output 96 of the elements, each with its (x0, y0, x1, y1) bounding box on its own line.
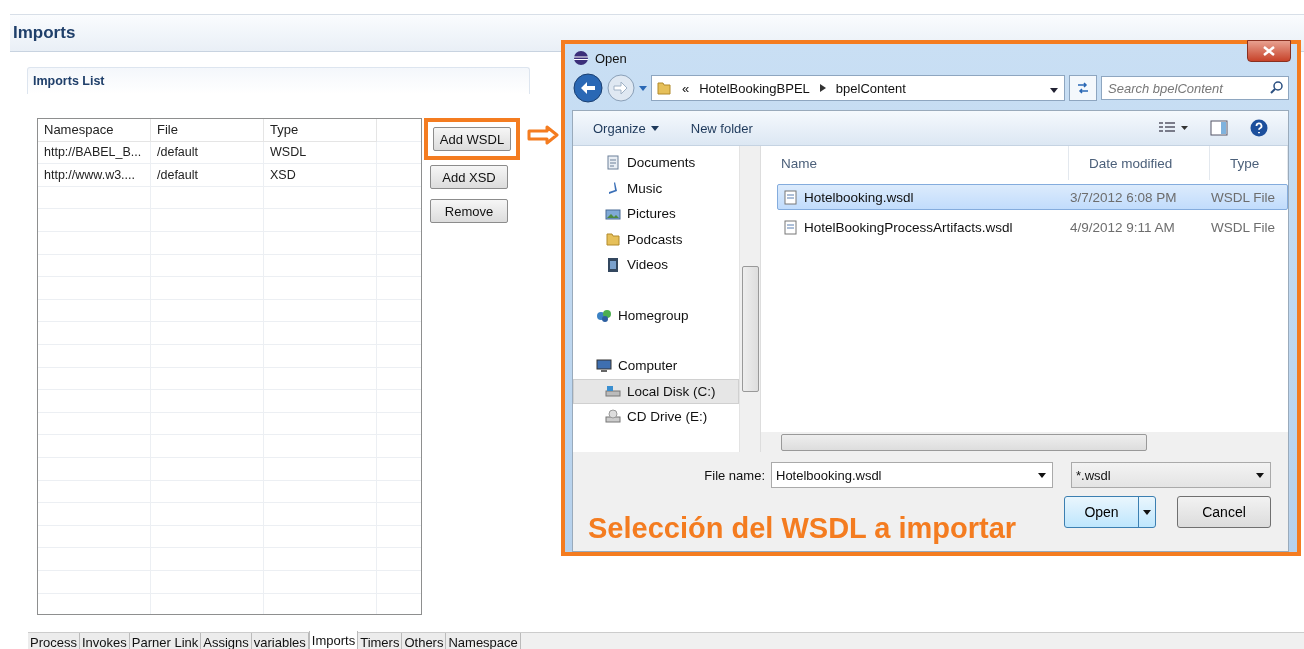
new-folder-button[interactable]: New folder (690, 120, 753, 136)
back-icon[interactable] (573, 73, 603, 103)
search-field[interactable]: Search bpelContent (1101, 76, 1289, 100)
add-button[interactable]: Add XSD (430, 165, 508, 189)
tab[interactable]: Parner Link (129, 633, 202, 649)
cd-drive-icon (605, 408, 621, 425)
dropdown-arrow-icon (650, 125, 659, 131)
navigation-label: Local Disk (C:) (627, 383, 716, 399)
file-type: WSDL File (1211, 219, 1276, 235)
app-icon (573, 50, 589, 66)
navigation-item[interactable]: Computer (573, 353, 739, 379)
table-cell: http://www.w3.... (38, 164, 151, 187)
breadcrumb-item[interactable]: bpelContent (835, 80, 906, 96)
file-row[interactable]: Hotelbooking.wsdl 3/7/2012 6:08 PM WSDL File (777, 184, 1288, 210)
navigation-item[interactable]: CD Drive (E:) (573, 404, 739, 430)
computer-icon (596, 357, 612, 374)
close-button[interactable] (1247, 40, 1291, 62)
tab[interactable]: Namespace (446, 633, 521, 649)
close-icon (1263, 46, 1275, 56)
navigation-item[interactable]: Local Disk (C:) (573, 378, 739, 404)
file-type-dropdown[interactable]: *.wsdl (1071, 462, 1271, 488)
search-icon (1270, 81, 1283, 94)
tab[interactable]: Timers (358, 633, 403, 649)
navigation-label: Pictures (627, 206, 676, 222)
dropdown-arrow-icon (639, 85, 647, 91)
tab[interactable]: variables (251, 633, 309, 649)
file-icon (784, 219, 797, 235)
arrow-icon (527, 125, 559, 145)
table-cell: /default (151, 141, 264, 165)
column-header[interactable]: Name (761, 146, 1069, 180)
document-icon (605, 154, 621, 171)
navigation-item[interactable]: Homegroup (573, 302, 739, 328)
add-button[interactable]: Add WSDL (433, 127, 511, 151)
file-date: 4/9/2012 9:11 AM (1070, 219, 1176, 235)
remove-button[interactable]: Remove (430, 199, 508, 223)
table-cell: WSDL (264, 141, 377, 165)
navigation-label: Homegroup (618, 307, 689, 323)
file-type: WSDL File (1211, 189, 1276, 205)
refresh-icon (1076, 82, 1090, 94)
tab[interactable]: Others (402, 633, 447, 649)
address-bar[interactable]: « HotelBookingBPEL bpelContent (651, 75, 1065, 101)
file-date: 3/7/2012 6:08 PM (1070, 189, 1178, 205)
column-header[interactable]: Namespace (38, 119, 151, 142)
dropdown-arrow-icon (1256, 472, 1264, 478)
column-header[interactable]: Type (264, 119, 377, 142)
dropdown-arrow-icon (1050, 87, 1058, 93)
file-name: HotelBookingProcessArtifacts.wsdl (804, 219, 1013, 235)
dropdown-arrow-icon (1143, 509, 1151, 515)
navigation-item[interactable]: Music (573, 175, 739, 201)
column-header[interactable]: File (151, 119, 264, 142)
file-row[interactable]: HotelBookingProcessArtifacts.wsdl 4/9/2012 9:11 AM WSDL File (777, 214, 1288, 240)
navigation-item[interactable]: Documents (573, 150, 739, 176)
breadcrumb-item[interactable]: HotelBookingBPEL (699, 80, 810, 96)
open-button[interactable]: Open (1064, 496, 1156, 528)
caption: Selección del WSDL a importar (588, 512, 1017, 545)
file-name: Hotelbooking.wsdl (804, 189, 914, 205)
file-icon (784, 189, 797, 205)
dropdown-arrow-icon (1038, 472, 1046, 478)
film-icon (605, 256, 621, 273)
preview-pane-icon[interactable] (1210, 120, 1228, 136)
horizontal-scrollbar[interactable] (761, 432, 1288, 452)
view-list-icon[interactable] (1158, 121, 1188, 135)
page-title: Imports (13, 23, 76, 43)
table-cell: /default (151, 164, 264, 187)
tab[interactable]: Process (28, 633, 80, 649)
file-name-label: File name: (704, 467, 765, 483)
folder-icon (656, 80, 672, 96)
help-icon[interactable] (1250, 119, 1268, 137)
navigation-label: CD Drive (E:) (627, 409, 708, 425)
navigation-item[interactable]: Videos (573, 252, 739, 278)
navigation-label: Computer (618, 358, 678, 374)
navigation-label: Videos (627, 257, 669, 273)
file-name-field[interactable]: Hotelbooking.wsdl (771, 462, 1053, 488)
folder-icon (605, 231, 621, 248)
navigation-label: Podcasts (627, 231, 683, 247)
navigation-label: Music (627, 180, 663, 196)
navigation-label: Documents (627, 155, 696, 171)
table-cell: XSD (264, 164, 377, 187)
chevron-right-icon (819, 84, 826, 92)
homegroup-icon (596, 307, 612, 324)
navigation-item[interactable]: Pictures (573, 201, 739, 227)
organize-menu[interactable]: Organize (593, 120, 659, 136)
vertical-scrollbar[interactable] (739, 146, 760, 452)
refresh-button[interactable] (1069, 75, 1097, 101)
column-header[interactable]: Date modified (1069, 146, 1210, 180)
tab[interactable]: Assigns (201, 633, 252, 649)
navigation-item[interactable]: Podcasts (573, 226, 739, 252)
breadcrumb-item[interactable]: « (682, 80, 690, 96)
tab[interactable]: Invokes (79, 633, 130, 649)
tab[interactable]: Imports (308, 631, 359, 649)
table-cell: http://BABEL_B... (38, 141, 151, 165)
section-title: Imports List (33, 74, 105, 88)
cancel-button[interactable]: Cancel (1177, 496, 1271, 528)
column-header[interactable]: Type (1210, 146, 1288, 180)
dialog-title: Open (595, 50, 627, 66)
hard-disk-icon (605, 383, 621, 400)
